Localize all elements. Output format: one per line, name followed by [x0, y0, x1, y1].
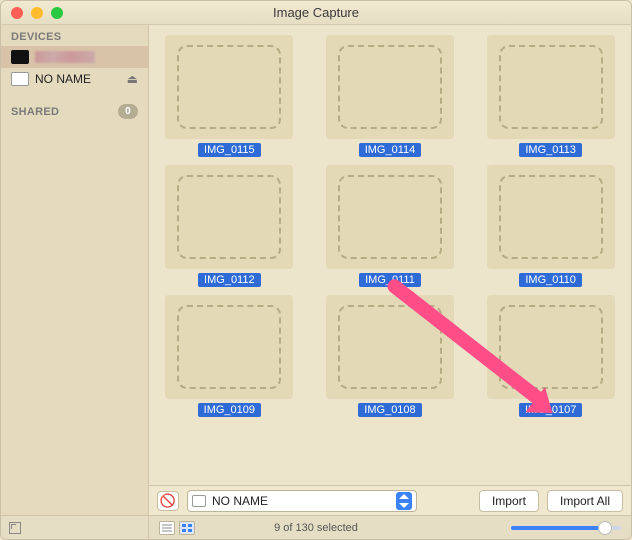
- image-thumbnail: [326, 295, 454, 399]
- sidebar-section-devices: DEVICES: [1, 25, 148, 46]
- image-thumbnail: [165, 295, 293, 399]
- image-thumbnail: [487, 35, 615, 139]
- sidebar-item-no-name[interactable]: NO NAME ⏏: [1, 68, 148, 90]
- eject-icon[interactable]: ⏏: [127, 72, 138, 86]
- image-filename: IMG_0110: [519, 273, 582, 287]
- image-cell[interactable]: IMG_0112: [155, 165, 304, 287]
- image-cell[interactable]: IMG_0115: [155, 35, 304, 157]
- destination-label: NO NAME: [212, 494, 268, 508]
- phone-icon: [11, 50, 29, 64]
- sidebar-item-phone[interactable]: [1, 46, 148, 68]
- import-all-button[interactable]: Import All: [547, 490, 623, 512]
- image-cell[interactable]: IMG_0108: [316, 295, 465, 417]
- titlebar: Image Capture: [1, 1, 631, 25]
- image-thumbnail: [487, 295, 615, 399]
- image-filename: IMG_0108: [358, 403, 421, 417]
- image-filename: IMG_0115: [198, 143, 261, 157]
- sidebar-section-shared: SHARED 0: [1, 98, 148, 122]
- sidebar-item-label: NO NAME: [35, 72, 91, 86]
- app-window: Image Capture DEVICES NO NAME ⏏ SHARED 0…: [0, 0, 632, 540]
- delete-after-import-toggle[interactable]: 🚫: [157, 491, 179, 511]
- image-cell[interactable]: IMG_0114: [316, 35, 465, 157]
- image-cell[interactable]: IMG_0113: [476, 35, 625, 157]
- image-grid-scroll[interactable]: IMG_0115 IMG_0114 IMG_0113 IMG_0112 IMG_0111…: [149, 25, 631, 485]
- device-name-redacted: [35, 51, 95, 63]
- status-bar: 9 of 130 selected: [1, 515, 631, 539]
- image-cell[interactable]: IMG_0107: [476, 295, 625, 417]
- image-thumbnail: [487, 165, 615, 269]
- image-cell[interactable]: IMG_0111: [316, 165, 465, 287]
- thumbnail-size-slider[interactable]: [511, 526, 621, 530]
- list-view-button[interactable]: [159, 521, 175, 535]
- disk-icon: [11, 72, 29, 86]
- sidebar: DEVICES NO NAME ⏏ SHARED 0: [1, 25, 149, 515]
- import-toolbar: 🚫 NO NAME Import Import All: [149, 485, 631, 515]
- image-filename: IMG_0112: [198, 273, 261, 287]
- grid-view-button[interactable]: [179, 521, 195, 535]
- window-title: Image Capture: [1, 5, 631, 20]
- image-filename: IMG_0109: [198, 403, 261, 417]
- image-cell[interactable]: IMG_0110: [476, 165, 625, 287]
- image-thumbnail: [165, 165, 293, 269]
- image-thumbnail: [326, 35, 454, 139]
- image-filename: IMG_0107: [519, 403, 582, 417]
- image-filename: IMG_0114: [359, 143, 422, 157]
- import-button[interactable]: Import: [479, 490, 539, 512]
- image-thumbnail: [326, 165, 454, 269]
- image-thumbnail: [165, 35, 293, 139]
- image-cell[interactable]: IMG_0109: [155, 295, 304, 417]
- image-filename: IMG_0111: [359, 273, 421, 287]
- slider-knob[interactable]: [598, 521, 612, 535]
- disk-icon: [192, 495, 206, 507]
- shared-count-badge: 0: [118, 104, 138, 119]
- image-filename: IMG_0113: [519, 143, 582, 157]
- main-panel: IMG_0115 IMG_0114 IMG_0113 IMG_0112 IMG_0111…: [149, 25, 631, 515]
- dropdown-stepper-icon: [396, 492, 412, 510]
- destination-select[interactable]: NO NAME: [187, 490, 417, 512]
- expand-sidebar-icon[interactable]: [9, 522, 21, 534]
